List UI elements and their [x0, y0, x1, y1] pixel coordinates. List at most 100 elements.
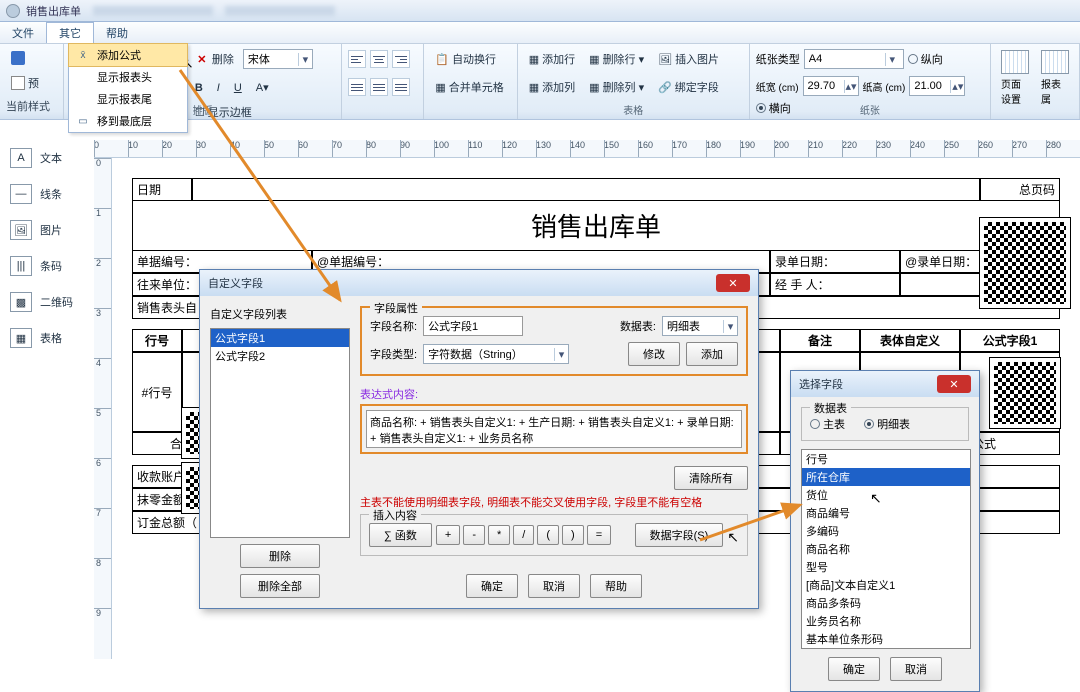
portrait-radio[interactable]: 纵向 — [908, 51, 943, 67]
help-button[interactable]: 帮助 — [590, 574, 642, 598]
list-item[interactable]: 型号 — [802, 558, 970, 576]
tool-table[interactable]: ▦表格 — [0, 320, 90, 356]
report-props-icon — [1041, 50, 1069, 74]
barcode-icon: ||| — [10, 256, 32, 276]
add-col-button[interactable]: ▦ 添加列 — [524, 76, 580, 98]
chevron-down-icon[interactable]: ▾ — [885, 53, 899, 66]
field-name-input[interactable] — [423, 316, 523, 336]
list-item[interactable]: 公式字段2 — [211, 347, 349, 365]
list-item[interactable]: 行号 — [802, 450, 970, 468]
list-item[interactable]: [商品]文本自定义1 — [802, 576, 970, 594]
list-item[interactable]: 多编码 — [802, 522, 970, 540]
delete-button[interactable]: 删除 — [240, 544, 320, 568]
page-setup-button[interactable]: 页面设置 — [997, 48, 1033, 108]
list-item[interactable]: 基本单位条形码 — [802, 630, 970, 648]
mouse-cursor-icon: ↖ — [870, 490, 882, 507]
auto-wrap-button[interactable]: 📋 自动换行 — [430, 48, 501, 70]
col-remark[interactable]: 备注 — [780, 329, 860, 352]
clear-all-button[interactable]: 清除所有 — [674, 466, 748, 490]
delete-all-button[interactable]: 删除全部 — [240, 574, 320, 598]
qr-code[interactable] — [990, 358, 1060, 428]
list-item[interactable]: 业务员名称 — [802, 612, 970, 630]
cancel-button[interactable]: 取消 — [890, 657, 942, 681]
col-rowno[interactable]: 行号 — [132, 329, 182, 352]
operator-button[interactable]: * — [488, 525, 510, 545]
merge-cells-button[interactable]: ▦ 合并单元格 — [430, 76, 508, 98]
qr-code[interactable] — [980, 218, 1070, 308]
custom-field-dialog[interactable]: 自定义字段 ✕ 自定义字段列表 公式字段1公式字段2 删除 删除全部 字段属性 … — [199, 269, 759, 609]
report-props-button[interactable]: 报表属 — [1037, 48, 1073, 108]
total-pages-label[interactable]: 总页码 — [980, 178, 1060, 201]
list-item[interactable]: 商品多条码 — [802, 594, 970, 612]
list-item[interactable]: 生产日期 — [802, 648, 970, 649]
chevron-down-icon[interactable]: ▾ — [554, 348, 568, 361]
handler-label[interactable]: 经 手 人： — [770, 273, 900, 296]
cancel-button[interactable]: 取消 — [528, 574, 580, 598]
data-table-combo[interactable]: ▾ — [662, 316, 738, 336]
list-item[interactable]: 商品编号 — [802, 504, 970, 522]
expression-text[interactable]: 商品名称: + 销售表头自定义1: + 生产日期: + 销售表头自定义1: + … — [366, 410, 742, 448]
modify-button[interactable]: 修改 — [628, 342, 680, 366]
ok-button[interactable]: 确定 — [828, 657, 880, 681]
operator-button[interactable]: + — [436, 525, 460, 545]
entry-date-label[interactable]: 录单日期： — [770, 250, 900, 273]
list-item[interactable]: 商品名称 — [802, 540, 970, 558]
operator-button[interactable]: ) — [562, 525, 584, 545]
chevron-down-icon[interactable]: ▾ — [723, 320, 737, 333]
menu-help[interactable]: 帮助 — [94, 22, 140, 43]
close-button[interactable]: ✕ — [937, 375, 971, 393]
valign-bot-button[interactable] — [392, 78, 410, 96]
ok-button[interactable]: 确定 — [466, 574, 518, 598]
main-table-radio[interactable]: 主表 — [810, 416, 845, 432]
custom-field-list[interactable]: 公式字段1公式字段2 — [210, 328, 350, 538]
dialog-titlebar[interactable]: 选择字段 ✕ — [791, 371, 979, 397]
menu-file[interactable]: 文件 — [0, 22, 46, 43]
col-custom[interactable]: 表体自定义 — [860, 329, 960, 352]
select-field-dialog[interactable]: 选择字段 ✕ 数据表 主表 明细表 行号所在仓库货位商品编号多编码商品名称型号[… — [790, 370, 980, 692]
paper-width-input[interactable]: ▴▾ — [803, 76, 859, 96]
align-right-button[interactable] — [392, 50, 410, 68]
operator-button[interactable]: ( — [537, 525, 559, 545]
data-table-group: 数据表 主表 明细表 — [801, 407, 969, 441]
bind-field-button[interactable]: 🔗 绑定字段 — [653, 76, 724, 98]
tool-line[interactable]: —线条 — [0, 176, 90, 212]
tool-qrcode[interactable]: ▩二维码 — [0, 284, 90, 320]
close-button[interactable]: ✕ — [716, 274, 750, 292]
paper-height-input[interactable]: ▴▾ — [909, 76, 965, 96]
col-formula[interactable]: 公式字段1 — [960, 329, 1060, 352]
add-row-button[interactable]: ▦ 添加行 — [524, 48, 580, 70]
table-icon: ▦ — [10, 328, 32, 348]
menu-other[interactable]: 其它 — [46, 22, 94, 43]
field-props-group: 字段属性 字段名称: 数据表: ▾ 字段类型: ▾ 修改 添加 — [360, 306, 748, 376]
save-button[interactable] — [6, 48, 30, 68]
current-style-label: 当前样式 — [6, 98, 50, 114]
layer-bottom-icon: ▭ — [75, 113, 91, 129]
del-row-button[interactable]: ▦ 删除行▾ — [584, 48, 649, 70]
paper-type-combo[interactable]: ▾ — [804, 49, 904, 69]
rowno-bind[interactable]: #行号 — [132, 352, 182, 432]
add-button[interactable]: 添加 — [686, 342, 738, 366]
valign-mid-button[interactable] — [370, 78, 388, 96]
detail-table-radio[interactable]: 明细表 — [864, 416, 910, 432]
insert-pic-button[interactable]: 🖼 插入图片 — [653, 48, 724, 70]
function-button[interactable]: ∑ 函数 — [369, 523, 432, 547]
menu-bar: 文件 其它 帮助 — [0, 22, 1080, 44]
tool-image[interactable]: 🖼图片 — [0, 212, 90, 248]
save-icon — [11, 51, 25, 65]
list-item[interactable]: 所在仓库 — [802, 468, 970, 486]
page-setup-icon — [1001, 50, 1029, 74]
operator-button[interactable]: / — [513, 525, 534, 545]
operator-button[interactable]: - — [463, 525, 485, 545]
list-item[interactable]: 公式字段1 — [211, 329, 349, 347]
preview-button[interactable]: 预 — [6, 72, 44, 94]
field-list[interactable]: 行号所在仓库货位商品编号多编码商品名称型号[商品]文本自定义1商品多条码业务员名… — [801, 449, 971, 649]
tool-text[interactable]: A文本 — [0, 140, 90, 176]
align-center-button[interactable] — [370, 50, 388, 68]
del-col-button[interactable]: ▦ 删除列▾ — [584, 76, 649, 98]
legend: 字段属性 — [370, 300, 422, 316]
list-item[interactable]: 货位 — [802, 486, 970, 504]
field-type-combo[interactable]: ▾ — [423, 344, 569, 364]
annotation-arrow — [170, 60, 370, 320]
operator-button[interactable]: = — [587, 525, 611, 545]
tool-barcode[interactable]: |||条码 — [0, 248, 90, 284]
